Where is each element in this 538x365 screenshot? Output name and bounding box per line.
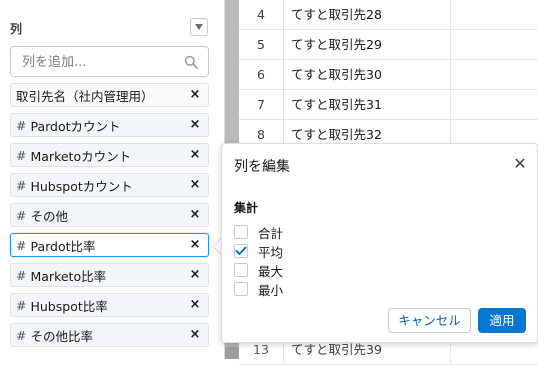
- close-icon[interactable]: ✕: [512, 156, 528, 172]
- edit-column-popover: 列を編集 ✕ 集計 合計 平均 最大 最小 キャンセル 適用: [221, 143, 538, 343]
- column-item[interactable]: # Hubspotカウント ×: [10, 173, 209, 197]
- column-item-label: Pardot比率: [30, 238, 96, 254]
- column-item-label: Pardotカウント: [30, 118, 121, 134]
- column-divider: [450, 30, 451, 60]
- checkbox-label: 合計: [258, 225, 284, 241]
- min-checkbox[interactable]: [234, 282, 248, 296]
- row-number: 7: [239, 90, 284, 120]
- checkbox-label: 最大: [258, 263, 284, 279]
- number-field-icon: #: [16, 117, 27, 133]
- number-field-icon: #: [16, 267, 27, 283]
- column-item-active[interactable]: # Pardot比率 ×: [10, 233, 209, 257]
- popover-title: 列を編集: [234, 159, 290, 175]
- column-divider: [450, 60, 451, 90]
- account-name-cell: てすと取引先29: [291, 37, 382, 52]
- remove-column-icon[interactable]: ×: [189, 208, 201, 222]
- account-name-cell: てすと取引先30: [291, 67, 382, 82]
- number-field-icon: #: [16, 327, 27, 343]
- column-item[interactable]: # その他 ×: [10, 203, 209, 227]
- column-divider: [450, 0, 451, 30]
- column-item-label: Marketoカウント: [30, 148, 132, 164]
- remove-column-icon[interactable]: ×: [189, 328, 201, 342]
- remove-column-icon[interactable]: ×: [189, 298, 201, 312]
- column-item[interactable]: # その他比率 ×: [10, 323, 209, 347]
- column-item[interactable]: # Pardotカウント ×: [10, 113, 209, 137]
- chevron-down-icon: [195, 24, 203, 30]
- column-item-label: その他: [30, 208, 68, 224]
- table-row[interactable]: 7 てすと取引先31: [239, 90, 538, 120]
- columns-panel: 列 取引先名（社内管理用） × # Pardotカウント × # Marketo…: [0, 0, 225, 359]
- column-item-label: 取引先名（社内管理用）: [16, 88, 154, 104]
- number-field-icon: #: [16, 177, 27, 193]
- max-checkbox[interactable]: [234, 263, 248, 277]
- account-name-cell: てすと取引先31: [291, 97, 382, 112]
- row-number: 5: [239, 30, 284, 60]
- remove-column-icon[interactable]: ×: [189, 178, 201, 192]
- cancel-button[interactable]: キャンセル: [388, 308, 471, 333]
- apply-button[interactable]: 適用: [478, 308, 526, 333]
- add-column-input[interactable]: [22, 53, 182, 71]
- column-item[interactable]: # Marketo比率 ×: [10, 263, 209, 287]
- account-name-cell: てすと取引先28: [291, 7, 382, 22]
- checkbox-label: 最小: [258, 282, 284, 298]
- column-item-label: Marketo比率: [30, 268, 107, 284]
- table-row[interactable]: 4 てすと取引先28: [239, 0, 538, 30]
- column-item-label: Hubspot比率: [30, 298, 108, 314]
- remove-column-icon[interactable]: ×: [189, 88, 201, 102]
- table-row[interactable]: 5 てすと取引先29: [239, 30, 538, 60]
- remove-column-icon[interactable]: ×: [189, 238, 201, 252]
- column-item-label: Hubspotカウント: [30, 178, 133, 194]
- collapse-columns-button[interactable]: [190, 18, 208, 36]
- aggregation-option-min[interactable]: 最小: [234, 281, 284, 298]
- remove-column-icon[interactable]: ×: [189, 118, 201, 132]
- number-field-icon: #: [16, 147, 27, 163]
- number-field-icon: #: [16, 297, 27, 313]
- aggregation-option-average[interactable]: 平均: [234, 243, 284, 260]
- table-row[interactable]: 6 てすと取引先30: [239, 60, 538, 90]
- average-checkbox[interactable]: [234, 244, 248, 258]
- column-item[interactable]: # Hubspot比率 ×: [10, 293, 209, 317]
- aggregation-option-sum[interactable]: 合計: [234, 224, 284, 241]
- checkmark-icon: [235, 246, 247, 255]
- column-item[interactable]: # Marketoカウント ×: [10, 143, 209, 167]
- number-field-icon: #: [16, 207, 27, 223]
- row-number: 6: [239, 60, 284, 90]
- remove-column-icon[interactable]: ×: [189, 268, 201, 282]
- column-divider: [450, 90, 451, 120]
- columns-panel-title: 列: [10, 22, 23, 36]
- remove-column-icon[interactable]: ×: [189, 148, 201, 162]
- row-number: 4: [239, 0, 284, 30]
- aggregation-section-label: 集計: [234, 201, 259, 215]
- column-item[interactable]: 取引先名（社内管理用） ×: [10, 83, 209, 107]
- sum-checkbox[interactable]: [234, 225, 248, 239]
- number-field-icon: #: [16, 237, 27, 253]
- column-item-label: その他比率: [30, 328, 93, 344]
- checkbox-label: 平均: [258, 244, 284, 260]
- scrollbar-thumb[interactable]: [225, 347, 239, 359]
- aggregation-option-max[interactable]: 最大: [234, 262, 284, 279]
- add-column-search[interactable]: [10, 46, 209, 77]
- search-icon: [184, 55, 198, 69]
